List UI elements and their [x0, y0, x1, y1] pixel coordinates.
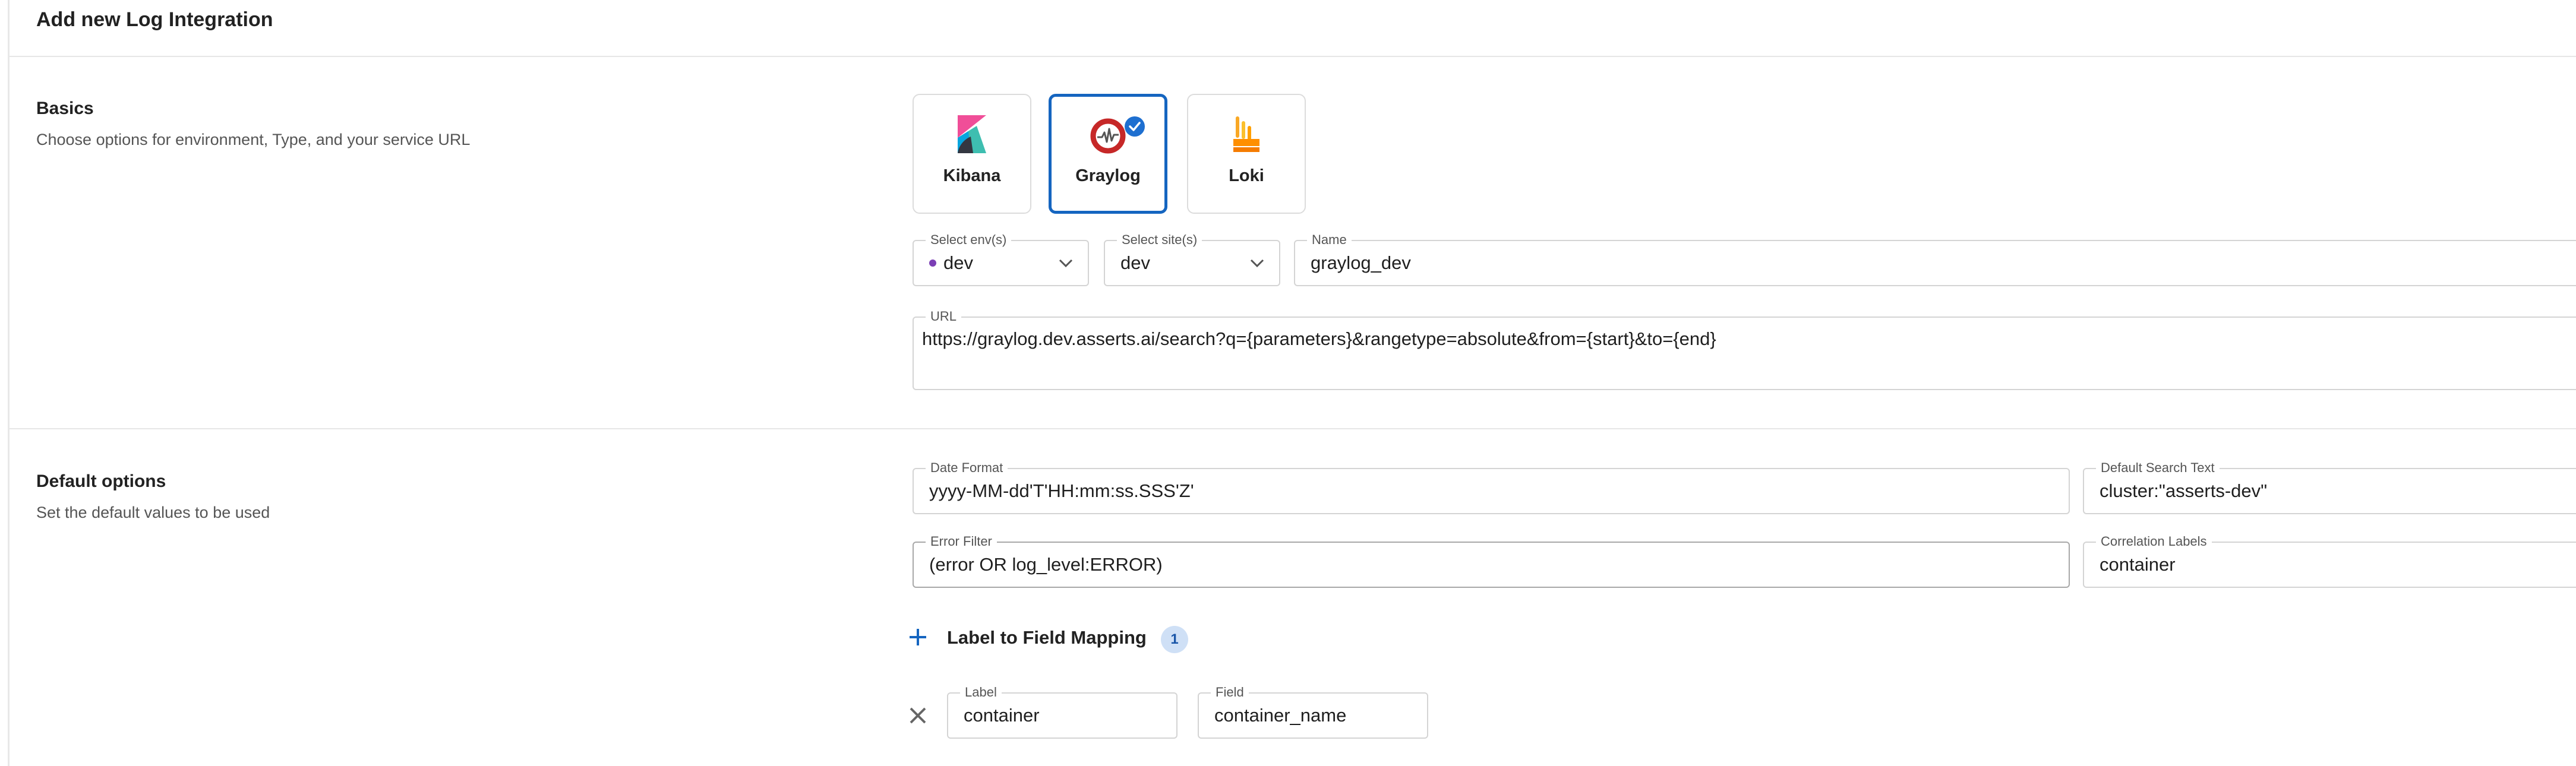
- graylog-logo-icon: [1090, 118, 1126, 154]
- type-card-loki[interactable]: Loki: [1187, 94, 1306, 214]
- chevron-down-icon[interactable]: [1248, 257, 1266, 269]
- mapping-field-input[interactable]: Field container_name: [1198, 684, 1428, 739]
- env-color-dot: [929, 259, 936, 267]
- kibana-logo-icon: [958, 115, 986, 153]
- env-select-value: dev: [943, 252, 973, 273]
- selected-check-icon: [1125, 116, 1145, 137]
- header-divider: [10, 56, 2576, 57]
- mapping-field-value: container_name: [1214, 705, 1347, 726]
- date-format-value: yyyy-MM-dd'T'HH:mm:ss.SSS'Z': [929, 480, 1194, 501]
- env-select[interactable]: Select env(s) dev: [913, 232, 1089, 286]
- search-text-input[interactable]: Default Search Text cluster:"asserts-dev…: [2083, 460, 2576, 514]
- basics-title: Basics: [36, 99, 94, 118]
- left-border: [8, 0, 10, 766]
- mapping-label-input[interactable]: Label container: [947, 684, 1177, 739]
- site-select[interactable]: Select site(s) dev: [1104, 232, 1280, 286]
- url-input-label: URL: [926, 308, 962, 325]
- section-divider: [10, 428, 2576, 429]
- type-label-loki: Loki: [1229, 166, 1264, 185]
- error-filter-value: (error OR log_level:ERROR): [929, 554, 1163, 575]
- search-text-value: cluster:"asserts-dev": [2100, 480, 2268, 501]
- correlation-labels-input[interactable]: Correlation Labels container: [2083, 533, 2576, 588]
- site-select-value: dev: [1120, 252, 1150, 273]
- defaults-title: Default options: [36, 471, 166, 491]
- remove-mapping-icon[interactable]: [908, 705, 928, 726]
- mapping-label-value: container: [964, 705, 1040, 726]
- mapping-count-badge: 1: [1161, 626, 1188, 653]
- type-card-graylog[interactable]: Graylog: [1049, 94, 1167, 214]
- add-mapping-icon[interactable]: [908, 627, 928, 647]
- chevron-down-icon[interactable]: [1057, 257, 1075, 269]
- type-label-graylog: Graylog: [1075, 166, 1141, 185]
- defaults-subtitle: Set the default values to be used: [36, 504, 270, 521]
- url-input[interactable]: URL https://graylog.dev.asserts.ai/searc…: [913, 308, 2576, 390]
- page-title: Add new Log Integration: [36, 8, 273, 31]
- basics-subtitle: Choose options for environment, Type, an…: [36, 131, 471, 148]
- name-input[interactable]: Name graylog_dev: [1294, 232, 2576, 286]
- url-input-value: https://graylog.dev.asserts.ai/search?q=…: [922, 328, 1716, 349]
- type-label-kibana: Kibana: [943, 166, 1001, 185]
- correlation-labels-value: container: [2100, 554, 2176, 575]
- mapping-title: Label to Field Mapping: [947, 627, 1147, 648]
- type-card-kibana[interactable]: Kibana: [913, 94, 1031, 214]
- date-format-input[interactable]: Date Format yyyy-MM-dd'T'HH:mm:ss.SSS'Z': [913, 460, 2070, 514]
- error-filter-input[interactable]: Error Filter (error OR log_level:ERROR): [913, 533, 2070, 588]
- name-input-value: graylog_dev: [1311, 252, 1411, 273]
- loki-logo-icon: [1233, 116, 1259, 152]
